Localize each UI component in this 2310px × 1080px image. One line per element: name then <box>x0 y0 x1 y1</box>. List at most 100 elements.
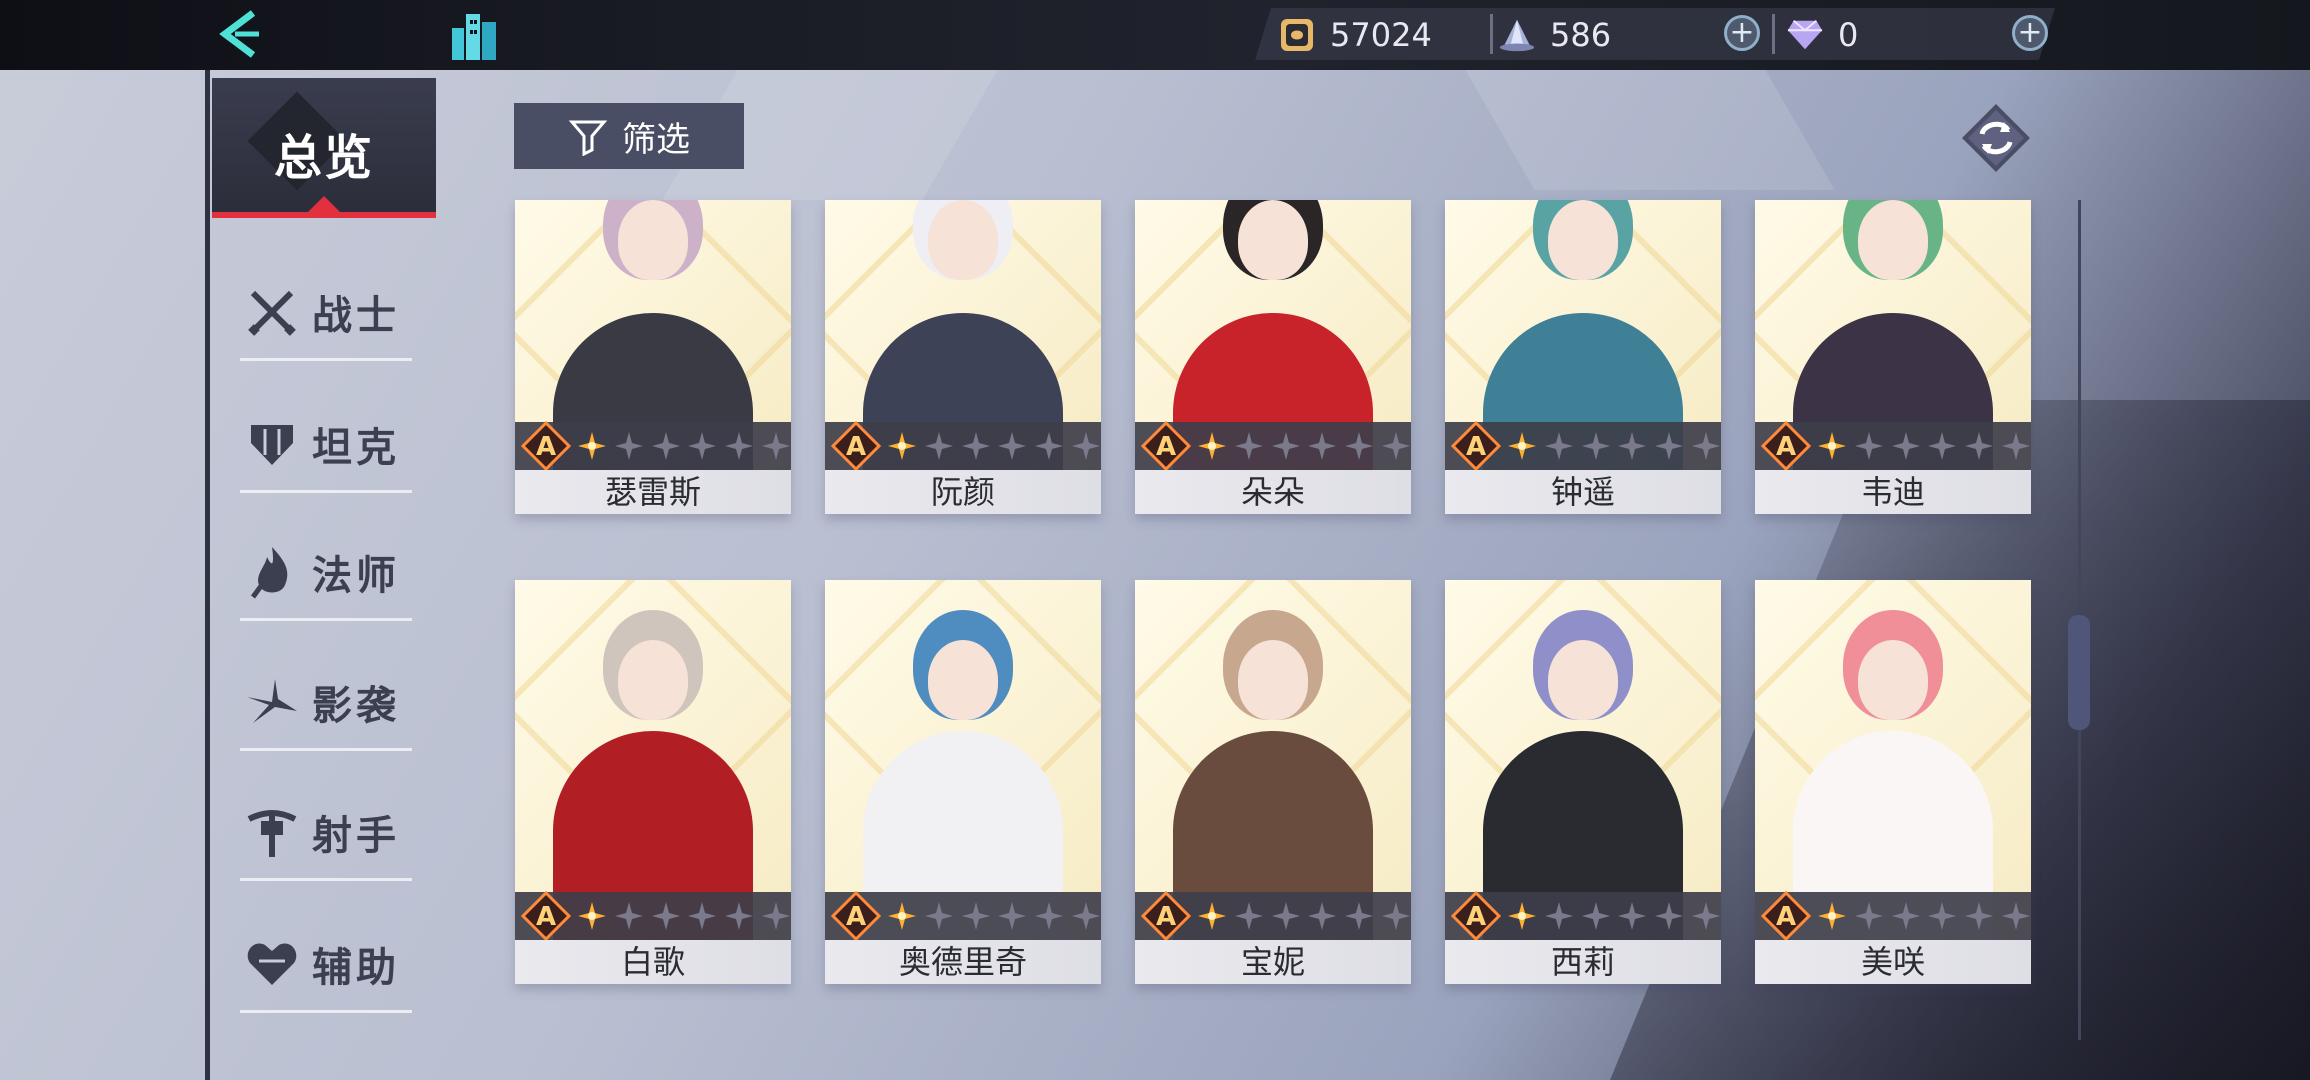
hero-name: 朵朵 <box>1135 470 1411 514</box>
top-bar: 57024 586 + 0 + <box>0 0 2310 70</box>
hero-portrait: A <box>825 200 1101 470</box>
hero-card[interactable]: A 朵朵 <box>1135 200 1411 514</box>
hero-card[interactable]: A 美咲 <box>1755 580 2031 984</box>
rank-letter: A <box>1156 432 1176 462</box>
tab-overview[interactable]: 总览 <box>212 78 436 214</box>
hero-face <box>1858 200 1928 280</box>
sidebar-item-assassin[interactable]: 影袭 <box>240 656 412 751</box>
star-filled-icon <box>1817 899 1848 933</box>
star-empty-icon <box>1270 429 1301 463</box>
sidebar-item-marksman[interactable]: 射手 <box>240 786 412 881</box>
star-empty-icon <box>2000 899 2031 933</box>
hero-face <box>1238 640 1308 720</box>
hero-card[interactable]: A 韦迪 <box>1755 200 2031 514</box>
hero-card[interactable]: A 奥德里奇 <box>825 580 1101 984</box>
sort-toggle-button[interactable] <box>1958 100 2034 176</box>
star-empty-icon <box>650 429 681 463</box>
rank-badge: A <box>521 420 571 470</box>
star-empty-icon <box>724 429 755 463</box>
divider <box>1772 14 1775 54</box>
rank-bar: A <box>1135 421 1411 470</box>
sidebar-item-support[interactable]: 辅助 <box>240 918 412 1013</box>
rank-letter: A <box>536 902 556 932</box>
star-empty-icon <box>614 899 645 933</box>
hero-card[interactable]: A 西莉 <box>1445 580 1721 984</box>
hero-portrait: A <box>1755 200 2031 470</box>
star-empty-icon <box>1964 899 1995 933</box>
star-empty-icon <box>1544 899 1575 933</box>
star-empty-icon <box>1070 899 1101 933</box>
star-empty-icon <box>760 899 791 933</box>
rank-bar: A <box>515 420 791 470</box>
gold-value: 57024 <box>1330 16 1432 54</box>
rank-letter: A <box>846 432 866 462</box>
star-filled-icon <box>1507 899 1538 933</box>
star-empty-icon <box>1854 429 1885 463</box>
star-empty-icon <box>760 429 791 463</box>
home-button[interactable] <box>440 6 510 64</box>
sidebar-item-label: 辅助 <box>312 945 400 991</box>
rank-bar: A <box>1755 421 2031 470</box>
star-filled-icon <box>887 899 918 933</box>
hero-card[interactable]: A 钟遥 <box>1445 200 1721 514</box>
star-empty-icon <box>1344 899 1375 933</box>
hero-portrait: A <box>825 580 1101 940</box>
star-empty-icon <box>1234 899 1265 933</box>
crystal-resource: 586 <box>1498 12 1611 58</box>
star-empty-icon <box>960 899 991 933</box>
scrollbar-thumb[interactable] <box>2068 615 2090 730</box>
star-empty-icon <box>1270 899 1301 933</box>
rank-badge: A <box>1761 890 1811 940</box>
star-empty-icon <box>1654 899 1685 933</box>
hero-name: 西莉 <box>1445 940 1721 984</box>
star-empty-icon <box>1964 429 1995 463</box>
hero-portrait: A <box>515 200 791 470</box>
hero-card[interactable]: A 宝妮 <box>1135 580 1411 984</box>
star-empty-icon <box>1234 429 1265 463</box>
star-filled-icon <box>1197 429 1228 463</box>
add-crystal-button[interactable]: + <box>1724 15 1760 51</box>
sidebar-item-label: 射手 <box>312 813 400 859</box>
star-empty-icon <box>687 429 718 463</box>
hero-portrait: A <box>515 580 791 940</box>
hero-portrait: A <box>1755 580 2031 940</box>
star-empty-icon <box>1034 899 1065 933</box>
sidebar-item-label: 战士 <box>312 293 400 339</box>
heart-icon <box>244 936 300 992</box>
back-button[interactable] <box>200 6 280 62</box>
active-tab-underline <box>212 212 436 218</box>
star-empty-icon <box>997 429 1028 463</box>
star-empty-icon <box>1927 429 1958 463</box>
hero-name: 奥德里奇 <box>825 940 1101 984</box>
hero-card[interactable]: A 瑟雷斯 <box>515 200 791 514</box>
star-empty-icon <box>1307 899 1338 933</box>
star-filled-icon <box>577 429 608 463</box>
rank-bar: A <box>515 890 791 940</box>
add-diamond-button[interactable]: + <box>2012 15 2048 51</box>
star-empty-icon <box>1690 429 1721 463</box>
star-filled-icon <box>1197 899 1228 933</box>
crystal-value: 586 <box>1550 16 1612 54</box>
hero-name: 钟遥 <box>1445 470 1721 514</box>
star-empty-icon <box>1307 429 1338 463</box>
star-empty-icon <box>1544 429 1575 463</box>
hero-card[interactable]: A 阮颜 <box>825 200 1101 514</box>
star-empty-icon <box>1070 429 1101 463</box>
sidebar-item-mage[interactable]: 法师 <box>240 526 412 621</box>
rank-bar: A <box>1135 891 1411 940</box>
filter-label: 筛选 <box>622 119 690 160</box>
hero-portrait: A <box>1135 200 1411 470</box>
rank-badge: A <box>521 890 571 940</box>
crossbow-icon <box>244 804 300 860</box>
sidebar-item-tank[interactable]: 坦克 <box>240 398 412 493</box>
funnel-icon <box>568 120 608 156</box>
sidebar-item-warrior[interactable]: 战士 <box>240 266 412 361</box>
hero-card[interactable]: A 白歌 <box>515 580 791 984</box>
hero-name: 韦迪 <box>1755 470 2031 514</box>
back-arrow-icon <box>219 10 259 58</box>
hero-portrait: A <box>1445 580 1721 940</box>
star-empty-icon <box>1654 429 1685 463</box>
divider <box>1490 14 1493 54</box>
star-empty-icon <box>960 429 991 463</box>
filter-button[interactable]: 筛选 <box>514 103 744 169</box>
